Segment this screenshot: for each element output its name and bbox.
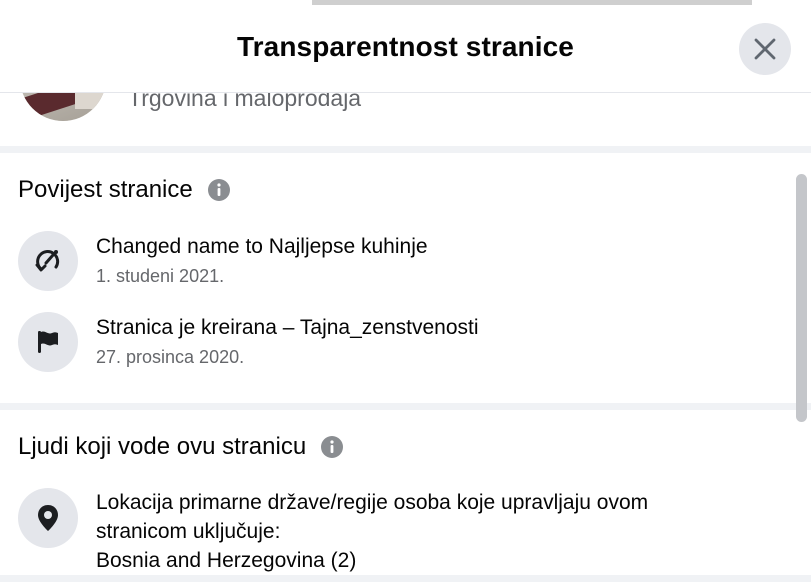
section-divider (0, 403, 811, 410)
manager-location-text: Lokacija primarne države/regije osoba ko… (96, 488, 648, 575)
page-history-title: Povijest stranice (18, 176, 231, 204)
name-change-icon-circle (18, 231, 78, 291)
location-line: Lokacija primarne države/regije osoba ko… (96, 491, 649, 514)
location-line: stranicom uključuje: (96, 520, 281, 543)
section-divider (0, 575, 811, 582)
dialog-header: Transparentnost stranice (0, 5, 811, 93)
dialog-title: Transparentnost stranice (237, 31, 574, 62)
history-item-date: 27. prosinca 2020. (96, 347, 245, 367)
name-change-icon (35, 250, 60, 272)
close-icon (754, 38, 776, 60)
avatar (20, 93, 106, 121)
flag-icon-circle (18, 312, 78, 372)
history-item-text: Stranica je kreirana – Tajna_zenstvenost… (96, 316, 479, 339)
flag-icon (38, 331, 58, 353)
managers-title: Ljudi koji vode ovu stranicu (18, 433, 344, 461)
location-pin-icon (38, 505, 58, 531)
page-history-title-text: Povijest stranice (18, 176, 193, 203)
section-divider (0, 146, 811, 153)
page-category: Trgovina i maloprodaja (128, 93, 362, 111)
info-icon[interactable] (320, 435, 344, 459)
location-icon-circle (18, 488, 78, 548)
profile-summary: Trgovina i maloprodaja (0, 93, 811, 146)
location-line: Bosnia and Herzegovina (2) (96, 549, 357, 572)
scrollbar-thumb[interactable] (796, 174, 807, 422)
close-button[interactable] (739, 23, 791, 75)
history-item-text: Changed name to Najljepse kuhinje (96, 235, 428, 258)
history-item-date: 1. studeni 2021. (96, 266, 225, 286)
info-icon[interactable] (207, 178, 231, 202)
managers-title-text: Ljudi koji vode ovu stranicu (18, 433, 307, 460)
